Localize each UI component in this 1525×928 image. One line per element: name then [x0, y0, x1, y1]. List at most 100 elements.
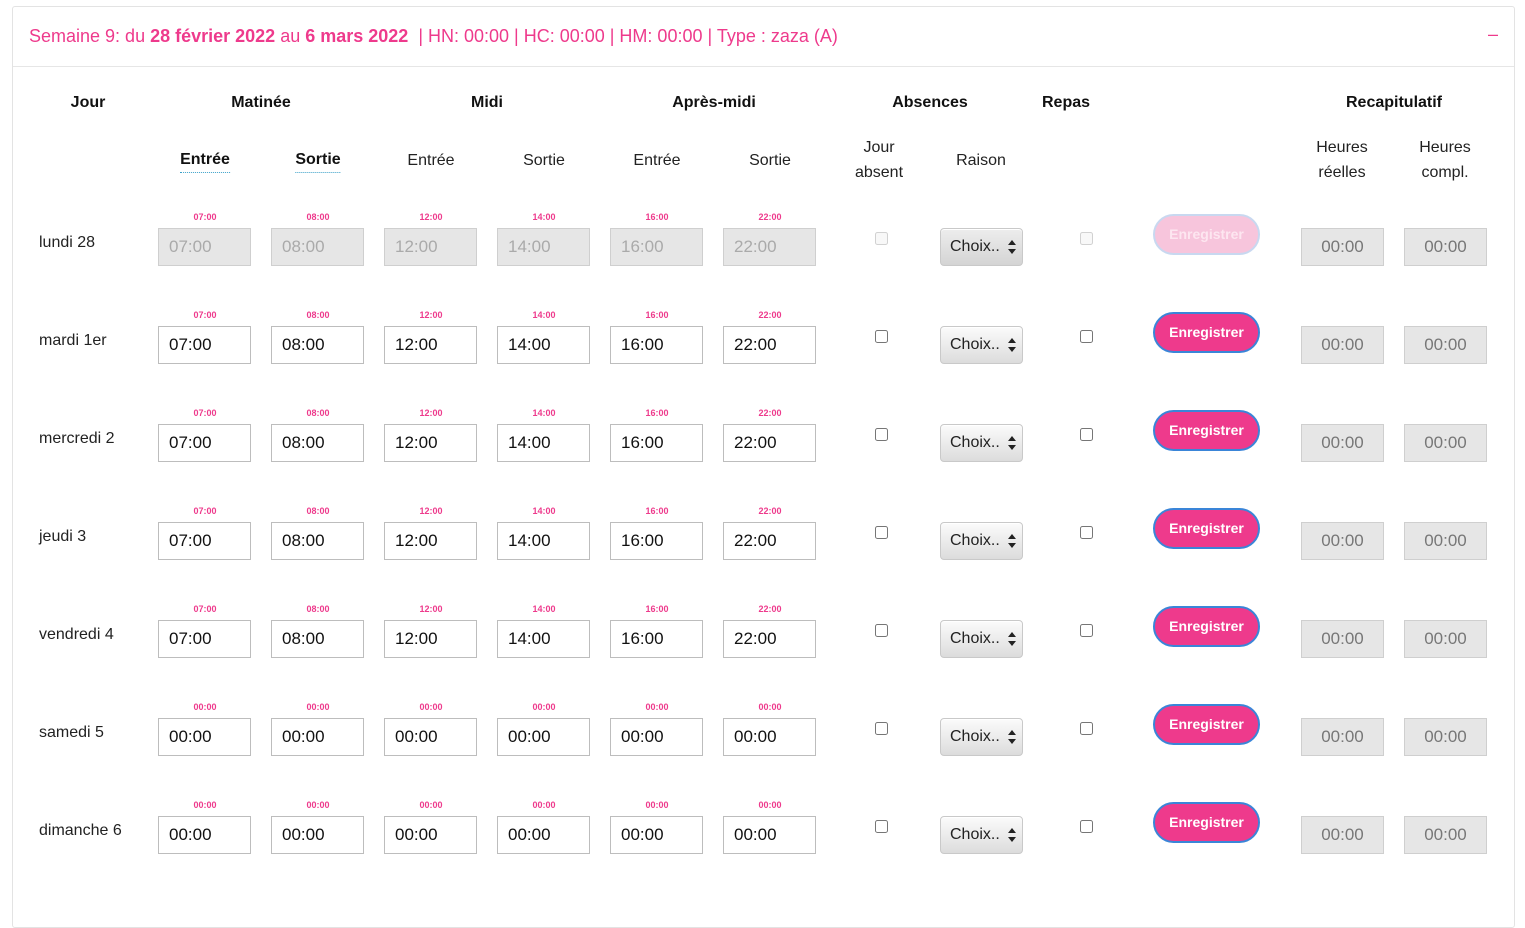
time-hint: 07:00: [193, 310, 217, 320]
time-input-entree-3[interactable]: [384, 816, 477, 854]
time-input-sortie-4[interactable]: [497, 522, 590, 560]
time-input-entree-3[interactable]: [384, 718, 477, 756]
time-hint: 14:00: [532, 506, 556, 516]
save-button[interactable]: Enregistrer: [1153, 704, 1260, 745]
time-input-entree-1[interactable]: [158, 424, 251, 462]
raison-select-label: Choix..: [950, 826, 1000, 843]
raison-select-label: Choix..: [950, 434, 1000, 451]
time-input-sortie-6[interactable]: [723, 620, 816, 658]
jour-absent-checkbox: [875, 232, 888, 245]
time-input-sortie-6[interactable]: [723, 718, 816, 756]
raison-select-label: Choix..: [950, 630, 1000, 647]
jour-absent-checkbox[interactable]: [875, 428, 888, 441]
subheader-heures-compl-line2: compl.: [1421, 164, 1469, 181]
save-button[interactable]: Enregistrer: [1153, 508, 1260, 549]
heures-compl-value: 00:00: [1404, 816, 1487, 854]
time-input-sortie-4[interactable]: [497, 816, 590, 854]
save-button[interactable]: Enregistrer: [1153, 606, 1260, 647]
jour-absent-checkbox[interactable]: [875, 820, 888, 833]
time-hint: 00:00: [193, 702, 217, 712]
time-input-entree-1[interactable]: [158, 620, 251, 658]
time-input-entree-1[interactable]: [158, 522, 251, 560]
raison-select[interactable]: Choix..: [940, 522, 1023, 560]
time-input-entree-5[interactable]: [610, 326, 703, 364]
time-hint: 22:00: [758, 506, 782, 516]
time-hint: 00:00: [419, 702, 443, 712]
week-panel-header[interactable]: Semaine 9: du 28 février 2022 au 6 mars …: [13, 7, 1514, 67]
time-hint: 14:00: [532, 310, 556, 320]
repas-checkbox[interactable]: [1080, 526, 1093, 539]
select-arrows-icon: [1008, 632, 1016, 646]
heures-compl-value: 00:00: [1404, 522, 1487, 560]
time-input-entree-1[interactable]: [158, 816, 251, 854]
week-prefix: Semaine 9: du: [29, 26, 151, 46]
time-input-sortie-4[interactable]: [497, 326, 590, 364]
time-input-entree-3[interactable]: [384, 522, 477, 560]
raison-select[interactable]: Choix..: [940, 718, 1023, 756]
time-input-sortie-6[interactable]: [723, 424, 816, 462]
time-input-entree-5[interactable]: [610, 816, 703, 854]
time-input-sortie-2[interactable]: [271, 718, 364, 756]
save-button[interactable]: Enregistrer: [1153, 802, 1260, 843]
subheader-entree-5: Entrée: [633, 152, 681, 169]
time-hint: 07:00: [193, 212, 217, 222]
time-input-entree-1[interactable]: [158, 718, 251, 756]
raison-select[interactable]: Choix..: [940, 326, 1023, 364]
select-arrows-icon: [1008, 730, 1016, 744]
day-label: jeudi 3: [39, 528, 87, 545]
repas-checkbox[interactable]: [1080, 722, 1093, 735]
save-button[interactable]: Enregistrer: [1153, 410, 1260, 451]
collapse-icon[interactable]: –: [1488, 24, 1498, 45]
time-input-sortie-2[interactable]: [271, 522, 364, 560]
time-input-sortie-2[interactable]: [271, 620, 364, 658]
time-hint: 22:00: [758, 310, 782, 320]
time-hint: 12:00: [419, 408, 443, 418]
time-input-sortie-2[interactable]: [271, 424, 364, 462]
week-middle: au: [275, 26, 306, 46]
header-absences: Absences: [892, 94, 968, 111]
time-hint: 22:00: [758, 604, 782, 614]
raison-select[interactable]: Choix..: [940, 620, 1023, 658]
save-button[interactable]: Enregistrer: [1153, 312, 1260, 353]
time-input-entree-5[interactable]: [610, 620, 703, 658]
time-input-entree-5[interactable]: [610, 424, 703, 462]
time-hint: 08:00: [306, 506, 330, 516]
time-input-sortie-2[interactable]: [271, 816, 364, 854]
time-input-sortie-6[interactable]: [723, 522, 816, 560]
repas-checkbox[interactable]: [1080, 820, 1093, 833]
repas-checkbox[interactable]: [1080, 330, 1093, 343]
raison-select[interactable]: Choix..: [940, 424, 1023, 462]
time-input-sortie-2[interactable]: [271, 326, 364, 364]
time-hint: 00:00: [758, 702, 782, 712]
repas-checkbox[interactable]: [1080, 624, 1093, 637]
time-input-entree-3[interactable]: [384, 326, 477, 364]
time-input-sortie-4[interactable]: [497, 424, 590, 462]
time-input-entree-3[interactable]: [384, 620, 477, 658]
time-hint: 12:00: [419, 506, 443, 516]
subheader-jour-absent-line1: Jour: [863, 139, 895, 156]
time-input-sortie-4[interactable]: [497, 718, 590, 756]
time-input-entree-5[interactable]: [610, 522, 703, 560]
select-arrows-icon: [1008, 534, 1016, 548]
jour-absent-checkbox[interactable]: [875, 526, 888, 539]
time-input-entree-3[interactable]: [384, 424, 477, 462]
time-input-sortie-6[interactable]: [723, 326, 816, 364]
jour-absent-checkbox[interactable]: [875, 330, 888, 343]
subheader-sortie-2[interactable]: Sortie: [295, 149, 341, 173]
raison-select[interactable]: Choix..: [940, 816, 1023, 854]
time-input-entree-1[interactable]: [158, 326, 251, 364]
time-input-entree-5: [610, 228, 703, 266]
time-hint: 07:00: [193, 408, 217, 418]
subheader-heures-reelles-line2: réelles: [1318, 164, 1366, 181]
day-label: lundi 28: [39, 234, 96, 251]
heures-compl-value: 00:00: [1404, 326, 1487, 364]
time-input-sortie-6[interactable]: [723, 816, 816, 854]
time-input-sortie-4[interactable]: [497, 620, 590, 658]
repas-checkbox[interactable]: [1080, 428, 1093, 441]
raison-select-label: Choix..: [950, 532, 1000, 549]
jour-absent-checkbox[interactable]: [875, 722, 888, 735]
subheader-entree-1[interactable]: Entrée: [180, 149, 230, 173]
time-input-entree-5[interactable]: [610, 718, 703, 756]
jour-absent-checkbox[interactable]: [875, 624, 888, 637]
heures-reelles-value: 00:00: [1301, 522, 1384, 560]
